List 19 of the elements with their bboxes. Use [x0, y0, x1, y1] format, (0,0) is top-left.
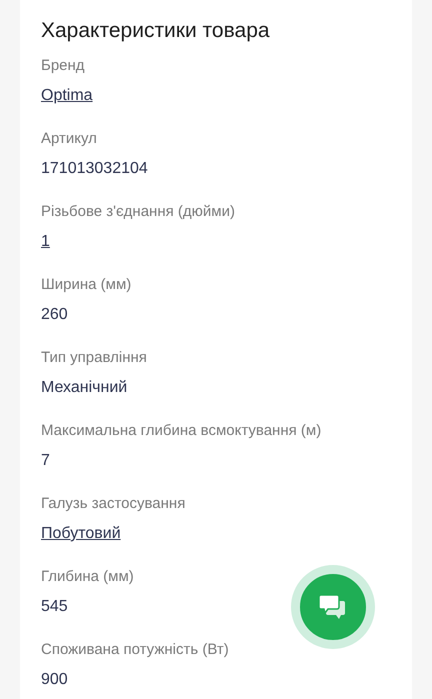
spec-label: Бренд	[41, 56, 85, 75]
spec-label: Споживана потужність (Вт)	[41, 640, 229, 659]
spec-label: Артикул	[41, 129, 97, 148]
spec-label: Ширина (мм)	[41, 275, 132, 294]
spec-label: Галузь застосування	[41, 494, 186, 513]
spec-value: 7	[41, 451, 50, 471]
spec-link[interactable]: 1	[41, 232, 50, 252]
spec-label: Різьбове з'єднання (дюйми)	[41, 202, 235, 221]
spec-link[interactable]: Побутовий	[41, 524, 121, 544]
spec-value: 900	[41, 670, 68, 690]
spec-label: Тип управління	[41, 348, 147, 367]
spec-label: Максимальна глибина всмоктування (м)	[41, 421, 322, 440]
spec-label: Глибина (мм)	[41, 567, 134, 586]
section-title: Характеристики товара	[41, 18, 271, 44]
spec-link[interactable]: Optima	[41, 86, 93, 106]
spec-value: 545	[41, 597, 68, 617]
spec-value: Механічний	[41, 378, 128, 398]
spec-value: 171013032104	[41, 159, 148, 179]
spec-value: 260	[41, 305, 68, 325]
